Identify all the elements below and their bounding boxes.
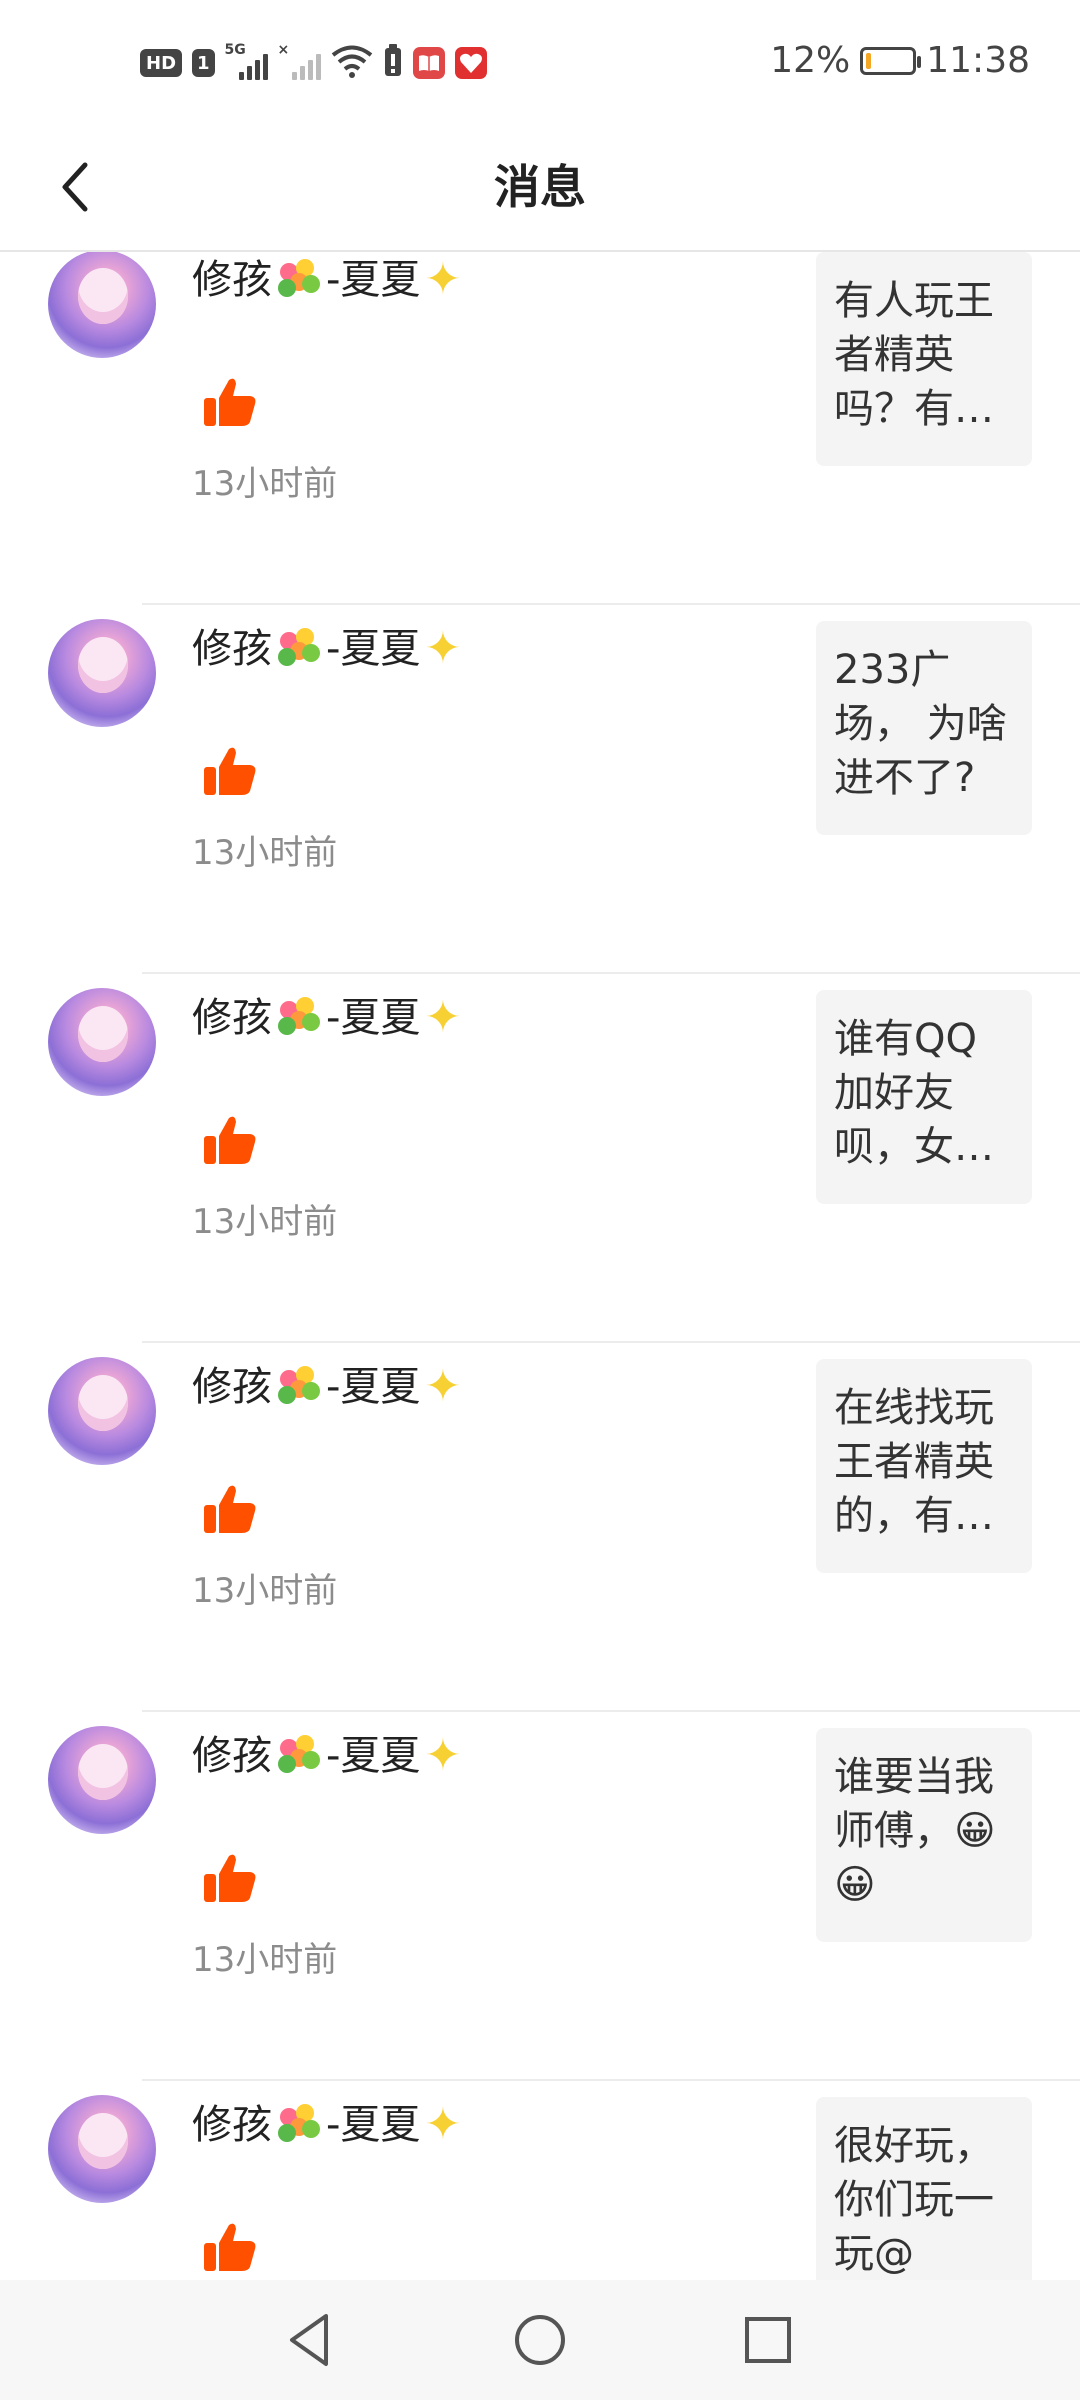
signal-no-service-icon: ×	[278, 42, 321, 80]
status-bar: HD 1 5G × 12% 11:38	[0, 0, 1080, 130]
username: 修孩 -夏夏 ✦	[192, 988, 461, 1048]
network-label: 5G	[224, 42, 246, 58]
quoted-post[interactable]: 233广场， 为啥进不了?	[816, 621, 1032, 835]
username-suffix: -夏夏	[326, 1364, 421, 1410]
book-app-icon	[412, 47, 445, 79]
username: 修孩 -夏夏 ✦	[192, 252, 461, 310]
message-list-content: 修孩 -夏夏 ✦ 13小时前 有人玩王者精英吗？有… 修孩 -夏夏 ✦ 13小时…	[0, 252, 1080, 2280]
status-right: 12% 11:38	[770, 40, 1030, 81]
username-name: 修孩	[192, 257, 272, 303]
nav-recent-button[interactable]	[728, 2300, 808, 2380]
timestamp: 13小时前	[192, 1940, 338, 1980]
message-item[interactable]: 修孩 -夏夏 ✦ 13小时前 谁要当我师傅，😀😀	[0, 1710, 1080, 2079]
sim-badge: 1	[192, 49, 215, 77]
username-suffix: -夏夏	[326, 257, 421, 303]
circle-home-icon	[515, 2315, 565, 2365]
battery-icon	[860, 46, 922, 75]
bouquet-emoji-icon	[276, 626, 322, 672]
thumbs-up-icon	[204, 1116, 256, 1164]
username-name: 修孩	[192, 626, 272, 672]
username-suffix: -夏夏	[326, 626, 421, 672]
hd-badge: HD	[140, 49, 183, 77]
sparkles-emoji-icon: ✦	[424, 2099, 462, 2150]
wifi-icon	[331, 44, 373, 82]
top-app-bar: 消息	[0, 130, 1080, 252]
avatar[interactable]	[48, 1726, 156, 1834]
bouquet-emoji-icon	[276, 1364, 322, 1410]
avatar[interactable]	[48, 2095, 156, 2203]
message-list[interactable]: 修孩 -夏夏 ✦ 13小时前 有人玩王者精英吗？有… 修孩 -夏夏 ✦ 13小时…	[0, 252, 1080, 2280]
thumbs-up-icon	[204, 378, 256, 426]
message-item[interactable]: 修孩 -夏夏 ✦ 13小时前 在线找玩王者精英的，有…	[0, 1341, 1080, 1710]
quoted-post[interactable]: 谁要当我师傅，😀😀	[816, 1728, 1032, 1942]
sparkles-emoji-icon: ✦	[424, 1730, 462, 1781]
avatar[interactable]	[48, 988, 156, 1096]
username: 修孩 -夏夏 ✦	[192, 1726, 461, 1786]
square-recent-icon	[745, 2317, 791, 2363]
message-item[interactable]: 修孩 -夏夏 ✦ 13小时前 233广场， 为啥进不了?	[0, 603, 1080, 972]
timestamp: 13小时前	[192, 1571, 338, 1611]
avatar[interactable]	[48, 1357, 156, 1465]
sparkles-emoji-icon: ✦	[424, 1361, 462, 1412]
clock: 11:38	[926, 40, 1030, 81]
signal-5g-icon: 5G	[225, 42, 268, 80]
username-name: 修孩	[192, 995, 272, 1041]
message-item[interactable]: 修孩 -夏夏 ✦ 13小时前 有人玩王者精英吗？有…	[0, 252, 1080, 603]
username: 修孩 -夏夏 ✦	[192, 1357, 461, 1417]
username-name: 修孩	[192, 2102, 272, 2148]
message-item[interactable]: 修孩 -夏夏 ✦ 很好玩，你们玩一玩@	[0, 2079, 1080, 2280]
username-name: 修孩	[192, 1733, 272, 1779]
sparkles-emoji-icon: ✦	[424, 254, 462, 305]
sparkles-emoji-icon: ✦	[424, 623, 462, 674]
quoted-post[interactable]: 有人玩王者精英吗？有…	[816, 252, 1032, 466]
username-name: 修孩	[192, 1364, 272, 1410]
username: 修孩 -夏夏 ✦	[192, 619, 461, 679]
bouquet-emoji-icon	[276, 995, 322, 1041]
quoted-post[interactable]: 很好玩，你们玩一玩@	[816, 2097, 1032, 2280]
system-nav-bar	[0, 2280, 1080, 2400]
status-left: HD 1 5G ×	[140, 42, 487, 82]
thumbs-up-icon	[204, 747, 256, 795]
triangle-back-icon	[290, 2314, 328, 2366]
nav-home-button[interactable]	[500, 2300, 580, 2380]
username: 修孩 -夏夏 ✦	[192, 2095, 461, 2155]
sparkles-emoji-icon: ✦	[424, 992, 462, 1043]
bouquet-emoji-icon	[276, 1733, 322, 1779]
page-title: 消息	[494, 160, 586, 214]
username-suffix: -夏夏	[326, 2102, 421, 2148]
quoted-post[interactable]: 在线找玩王者精英的，有…	[816, 1359, 1032, 1573]
message-item[interactable]: 修孩 -夏夏 ✦ 13小时前 谁有QQ加好友呗，女…	[0, 972, 1080, 1341]
battery-percent: 12%	[770, 40, 851, 81]
quoted-post[interactable]: 谁有QQ加好友呗，女…	[816, 990, 1032, 1204]
username-suffix: -夏夏	[326, 995, 421, 1041]
battery-fill	[866, 52, 872, 69]
timestamp: 13小时前	[192, 464, 338, 504]
avatar[interactable]	[48, 252, 156, 358]
nav-back-button[interactable]	[270, 2300, 350, 2380]
username-suffix: -夏夏	[326, 1733, 421, 1779]
avatar[interactable]	[48, 619, 156, 727]
heart-app-icon	[454, 47, 487, 79]
bouquet-emoji-icon	[276, 2102, 322, 2148]
thumbs-up-icon	[204, 1854, 256, 1902]
bouquet-emoji-icon	[276, 257, 322, 303]
thumbs-up-icon	[204, 1485, 256, 1533]
timestamp: 13小时前	[192, 1202, 338, 1242]
timestamp: 13小时前	[192, 833, 338, 873]
thumbs-up-icon	[204, 2223, 256, 2271]
battery-saver-icon	[383, 44, 403, 82]
